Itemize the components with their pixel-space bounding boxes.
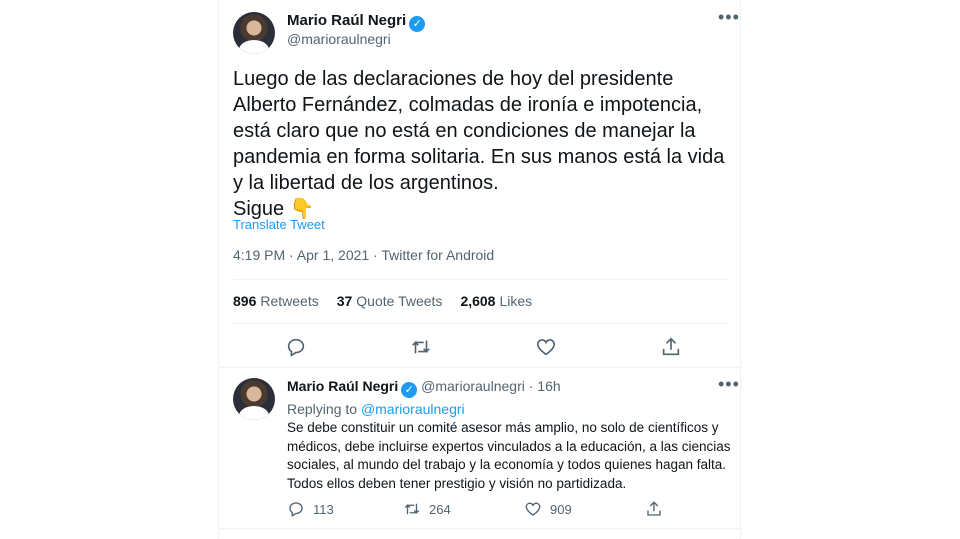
reply-reply-button[interactable]: 113 bbox=[287, 500, 334, 518]
retweets-count: 896 bbox=[233, 293, 257, 309]
tweet-meta[interactable]: 4:19 PM · Apr 1, 2021 · Twitter for Andr… bbox=[233, 247, 494, 263]
retweets-stat[interactable]: 896 Retweets bbox=[233, 293, 319, 309]
translate-tweet-link[interactable]: Translate Tweet bbox=[233, 217, 325, 232]
quotes-count: 37 bbox=[336, 293, 353, 309]
tweet-stats: 896 Retweets 37 Quote Tweets 2,608 Likes bbox=[233, 293, 532, 309]
likes-stat[interactable]: 2,608 Likes bbox=[460, 293, 532, 309]
tweet-thread-card: Mario Raúl Negri ✓ @marioraulnegri ••• Lu… bbox=[218, 0, 742, 539]
reply-share-button[interactable] bbox=[645, 500, 663, 518]
retweet-icon bbox=[404, 503, 420, 515]
tweet-actions bbox=[219, 336, 742, 358]
reply-text: Se debe constituir un comité asesor más … bbox=[287, 420, 731, 491]
reply-actions: 113 264 909 bbox=[219, 500, 742, 518]
reply-author-name[interactable]: Mario Raúl Negri bbox=[287, 378, 398, 394]
quotes-label: Quote Tweets bbox=[356, 293, 443, 309]
reply-icon bbox=[289, 502, 303, 517]
like-count: 909 bbox=[550, 501, 572, 517]
likes-count: 2,608 bbox=[460, 293, 496, 309]
share-icon bbox=[647, 501, 661, 516]
replying-to-link[interactable]: @marioraulnegri bbox=[361, 401, 465, 417]
reply-time[interactable]: · 16h bbox=[529, 378, 561, 394]
retweet-icon[interactable] bbox=[410, 336, 432, 358]
verified-badge-icon: ✓ bbox=[409, 16, 426, 32]
reply-like-button[interactable]: 909 bbox=[524, 500, 572, 518]
divider bbox=[219, 528, 742, 529]
author-name-row[interactable]: Mario Raúl Negri ✓ bbox=[287, 12, 426, 32]
avatar[interactable] bbox=[233, 12, 275, 54]
quote-tweets-stat[interactable]: 37 Quote Tweets bbox=[337, 293, 443, 309]
tweet-text: Luego de las declaraciones de hoy del pr… bbox=[233, 66, 733, 222]
avatar[interactable] bbox=[233, 378, 275, 420]
more-icon[interactable]: ••• bbox=[718, 8, 740, 26]
divider bbox=[233, 279, 729, 280]
author-name[interactable]: Mario Raúl Negri bbox=[287, 12, 406, 29]
divider bbox=[219, 367, 742, 368]
reply-count: 113 bbox=[313, 501, 334, 517]
reply-retweet-button[interactable]: 264 bbox=[403, 500, 451, 518]
tweet-body: Luego de las declaraciones de hoy del pr… bbox=[233, 68, 725, 194]
likes-label: Likes bbox=[499, 293, 533, 309]
retweets-label: Retweets bbox=[260, 293, 319, 309]
replying-to: Replying to @marioraulnegri bbox=[287, 401, 465, 417]
reply-icon[interactable] bbox=[285, 336, 307, 358]
replying-prefix: Replying to bbox=[287, 401, 358, 417]
more-icon[interactable]: ••• bbox=[718, 375, 740, 393]
retweet-count: 264 bbox=[429, 501, 451, 517]
verified-badge-icon: ✓ bbox=[401, 382, 418, 398]
reply-header: Mario Raúl Negri ✓ @marioraulnegri · 16h bbox=[287, 378, 561, 398]
like-icon bbox=[525, 502, 541, 516]
divider bbox=[233, 323, 729, 324]
like-icon[interactable] bbox=[535, 336, 557, 358]
share-icon[interactable] bbox=[660, 336, 682, 358]
author-handle[interactable]: @marioraulnegri bbox=[287, 31, 391, 47]
reply-author-handle[interactable]: @marioraulnegri bbox=[421, 378, 525, 394]
